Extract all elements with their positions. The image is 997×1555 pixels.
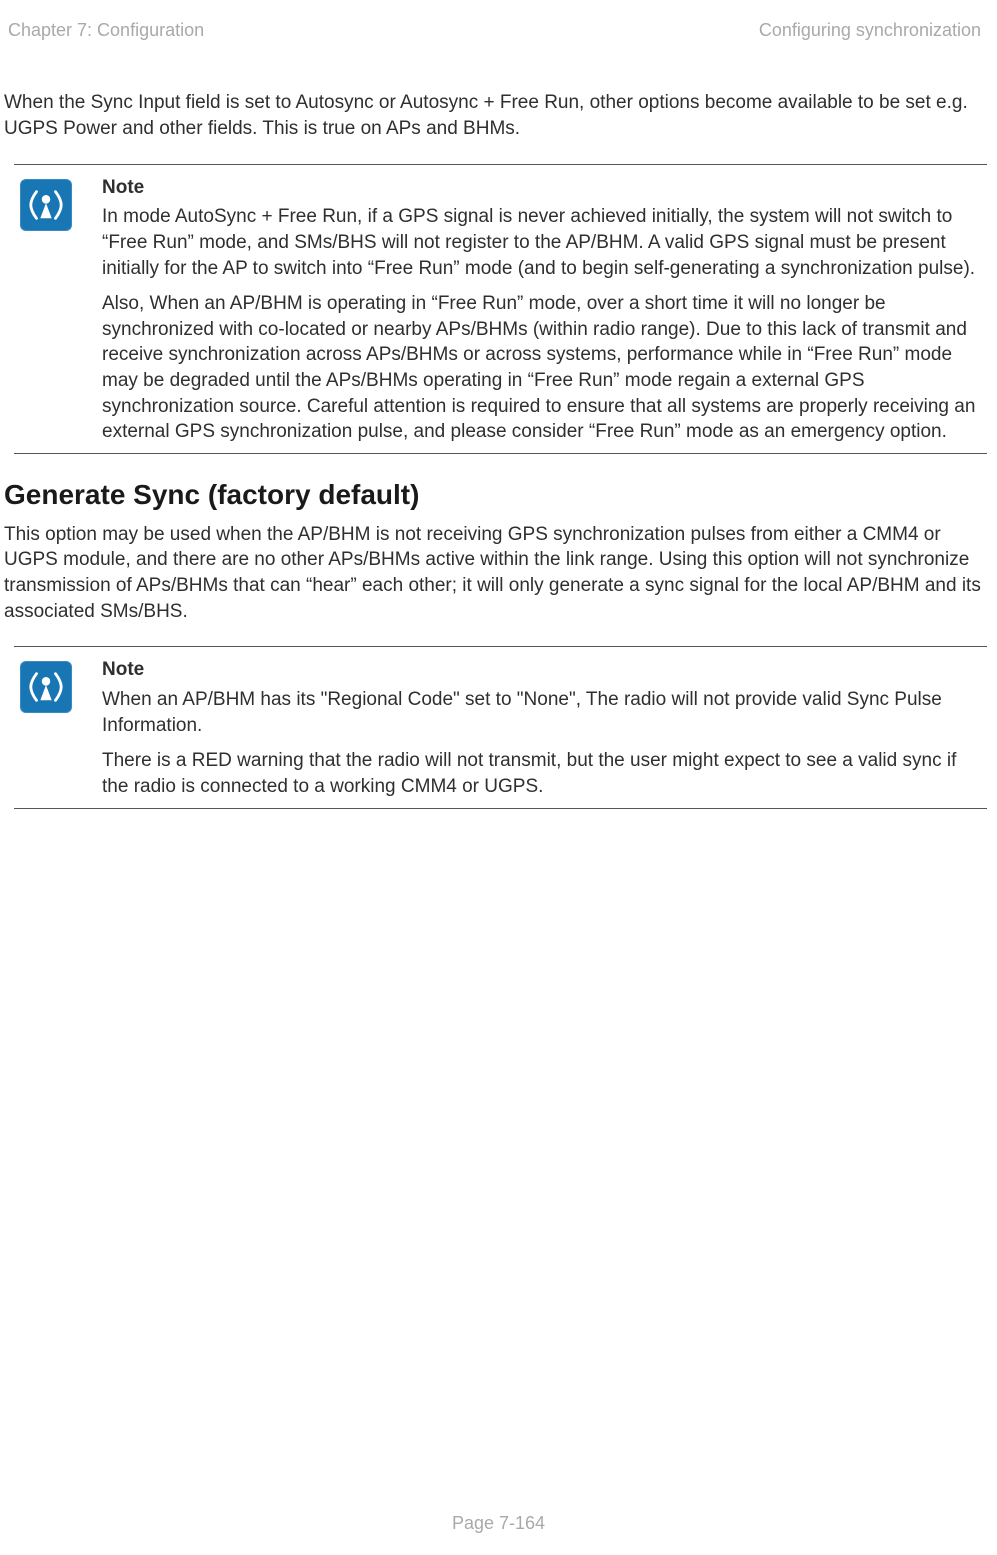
page-footer: Page 7-164 xyxy=(0,1511,997,1535)
note-para-2: Also, When an AP/BHM is operating in “Fr… xyxy=(102,291,979,445)
section-body: This option may be used when the AP/BHM … xyxy=(0,522,997,625)
note-icon xyxy=(20,179,72,231)
intro-paragraph: When the Sync Input field is set to Auto… xyxy=(0,90,997,141)
note-para-1: When an AP/BHM has its "Regional Code" s… xyxy=(102,687,979,738)
header-right: Configuring synchronization xyxy=(759,18,981,42)
antenna-person-icon xyxy=(27,668,65,706)
note-para-1: In mode AutoSync + Free Run, if a GPS si… xyxy=(102,204,979,281)
note-icon-cell xyxy=(14,657,102,801)
note-block-1: Note In mode AutoSync + Free Run, if a G… xyxy=(14,164,987,454)
note-text: Note In mode AutoSync + Free Run, if a G… xyxy=(102,175,987,447)
header-left: Chapter 7: Configuration xyxy=(8,18,204,42)
note-icon xyxy=(20,661,72,713)
note-block-2: Note When an AP/BHM has its "Regional Co… xyxy=(14,646,987,808)
note-para-2: There is a RED warning that the radio wi… xyxy=(102,748,979,799)
note-heading: Note xyxy=(102,175,979,201)
note-heading: Note xyxy=(102,657,979,683)
section-heading: Generate Sync (factory default) xyxy=(0,476,997,514)
note-icon-cell xyxy=(14,175,102,447)
note-text: Note When an AP/BHM has its "Regional Co… xyxy=(102,657,987,801)
antenna-person-icon xyxy=(27,186,65,224)
page-header: Chapter 7: Configuration Configuring syn… xyxy=(0,18,997,42)
